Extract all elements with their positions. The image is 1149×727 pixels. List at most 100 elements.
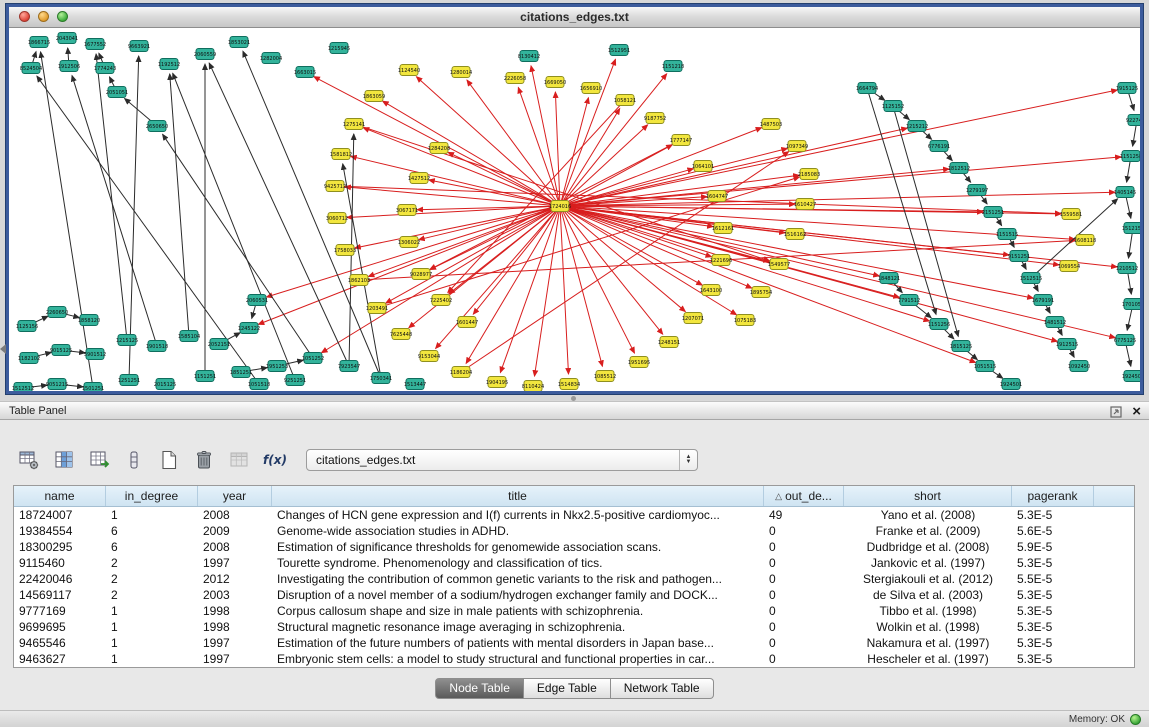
column-header-short[interactable]: short bbox=[844, 486, 1012, 506]
graph-node[interactable]: 1951695 bbox=[628, 357, 650, 368]
graph-node[interactable]: 9015125 bbox=[50, 345, 72, 356]
graph-edge[interactable] bbox=[560, 90, 1117, 206]
tab-node-table[interactable]: Node Table bbox=[435, 678, 524, 699]
column-header-out_de[interactable]: △out_de... bbox=[764, 486, 844, 506]
graph-node[interactable]: 1512512 bbox=[12, 383, 34, 392]
graph-edge[interactable] bbox=[386, 206, 560, 303]
graph-node[interactable]: 1151256 bbox=[928, 319, 950, 330]
graph-node[interactable]: 9227421 bbox=[1126, 115, 1140, 126]
graph-node[interactable]: 2151251 bbox=[982, 207, 1004, 218]
function-builder-button[interactable]: f(x) bbox=[261, 447, 287, 473]
table-row[interactable]: 1456911722003Disruption of a novel membe… bbox=[14, 587, 1134, 603]
graph-edge[interactable] bbox=[377, 177, 799, 308]
graph-node[interactable]: 1758033 bbox=[334, 245, 356, 256]
graph-edge[interactable] bbox=[560, 206, 1033, 298]
graph-node[interactable]: 2060559 bbox=[194, 49, 216, 60]
graph-node[interactable]: 5901512 bbox=[84, 349, 106, 360]
graph-node[interactable]: 1051518 bbox=[248, 379, 270, 390]
graph-node[interactable]: 1559581 bbox=[1060, 209, 1082, 220]
graph-node[interactable]: 1069554 bbox=[1058, 261, 1080, 272]
network-table-select[interactable]: citations_edges.txt ▲▼ bbox=[306, 449, 698, 471]
graph-node[interactable]: 3060712 bbox=[326, 213, 348, 224]
graph-edge[interactable] bbox=[170, 74, 189, 336]
graph-node[interactable]: 1664794 bbox=[856, 83, 878, 94]
import-table-button[interactable] bbox=[226, 447, 252, 473]
graph-node[interactable]: 1924502 bbox=[1122, 371, 1140, 382]
graph-node[interactable]: 1405145 bbox=[1114, 187, 1136, 198]
table-row[interactable]: 1872400712008Changes of HCN gene express… bbox=[14, 507, 1134, 523]
graph-edge[interactable] bbox=[343, 164, 381, 378]
graph-node[interactable]: 1513447 bbox=[404, 379, 426, 390]
graph-node[interactable]: 1182102 bbox=[18, 353, 40, 364]
graph-node[interactable]: 1915125 bbox=[1116, 83, 1138, 94]
graph-node[interactable]: 1862103 bbox=[348, 275, 370, 286]
graph-node[interactable]: 1085512 bbox=[594, 371, 616, 382]
graph-node[interactable]: 1656910 bbox=[580, 83, 602, 94]
graph-node[interactable]: 1125152 bbox=[882, 101, 904, 112]
close-button[interactable] bbox=[19, 11, 30, 22]
graph-node[interactable]: 9028977 bbox=[410, 269, 432, 280]
graph-node[interactable]: 2051051 bbox=[106, 87, 128, 98]
graph-node[interactable]: 2043041 bbox=[56, 33, 78, 44]
float-panel-icon[interactable] bbox=[1110, 406, 1122, 418]
graph-node[interactable]: 1904195 bbox=[486, 377, 508, 388]
graph-node[interactable]: 1608118 bbox=[1074, 235, 1096, 246]
graph-node[interactable]: 9153044 bbox=[418, 351, 440, 362]
graph-node[interactable]: 1151515 bbox=[996, 229, 1018, 240]
graph-node[interactable]: 2015125 bbox=[154, 379, 176, 390]
graph-node[interactable]: 1245122 bbox=[238, 323, 260, 334]
table-row[interactable]: 946554611997Estimation of the future num… bbox=[14, 635, 1134, 651]
graph-edge[interactable] bbox=[41, 52, 93, 388]
graph-edge[interactable] bbox=[560, 206, 685, 312]
table-row[interactable]: 969969511998Structural magnetic resonanc… bbox=[14, 619, 1134, 635]
graph-node[interactable]: 9663921 bbox=[128, 41, 150, 52]
graph-node[interactable]: 1280014 bbox=[450, 67, 472, 78]
window-titlebar[interactable]: citations_edges.txt bbox=[9, 7, 1140, 28]
column-header-pagerank[interactable]: pagerank bbox=[1012, 486, 1094, 506]
graph-node[interactable]: 1215945 bbox=[328, 43, 350, 54]
graph-edge[interactable] bbox=[417, 206, 560, 210]
graph-edge[interactable] bbox=[560, 206, 929, 321]
graph-node[interactable]: 2650650 bbox=[146, 121, 168, 132]
graph-node[interactable]: 1092450 bbox=[1068, 361, 1090, 372]
graph-edge[interactable] bbox=[560, 206, 702, 285]
graph-node[interactable]: 1487503 bbox=[760, 119, 782, 130]
graph-node[interactable]: 1512152 bbox=[1122, 223, 1140, 234]
graph-node[interactable]: 1853021 bbox=[228, 37, 250, 48]
graph-node[interactable]: 1912515 bbox=[1056, 339, 1078, 350]
graph-node[interactable]: 2226058 bbox=[504, 73, 526, 84]
graph-edge[interactable] bbox=[429, 180, 560, 206]
graph-node[interactable]: 1215125 bbox=[116, 335, 138, 346]
graph-node[interactable]: 1427512 bbox=[408, 173, 430, 184]
graph-node[interactable]: 1514834 bbox=[558, 379, 580, 390]
graph-node[interactable]: 8130412 bbox=[518, 51, 540, 62]
table-row[interactable]: 911546021997Tourette syndrome. Phenomeno… bbox=[14, 555, 1134, 571]
tab-network-table[interactable]: Network Table bbox=[611, 678, 714, 699]
graph-node[interactable]: 1251251 bbox=[118, 375, 140, 386]
show-columns-button[interactable] bbox=[51, 447, 77, 473]
graph-node[interactable]: 1815125 bbox=[950, 341, 972, 352]
graph-node[interactable]: 7225402 bbox=[430, 295, 452, 306]
graph-node[interactable]: 1481512 bbox=[1044, 317, 1066, 328]
graph-node[interactable]: 1643100 bbox=[700, 285, 722, 296]
new-file-button[interactable] bbox=[156, 447, 182, 473]
graph-edge[interactable] bbox=[560, 206, 568, 374]
graph-node[interactable]: 1221696 bbox=[710, 255, 732, 266]
graph-edge[interactable] bbox=[72, 76, 157, 346]
table-row[interactable]: 977716911998Corpus callosum shape and si… bbox=[14, 603, 1134, 619]
graph-edge[interactable] bbox=[345, 187, 560, 206]
graph-edge[interactable] bbox=[560, 206, 634, 353]
graph-node[interactable]: 1124540 bbox=[398, 65, 420, 76]
graph-node[interactable]: 1777147 bbox=[670, 135, 692, 146]
graph-edge[interactable] bbox=[560, 206, 899, 297]
graph-node[interactable]: 1210512 bbox=[1116, 263, 1138, 274]
graph-node[interactable]: 1585104 bbox=[178, 331, 200, 342]
graph-node[interactable]: 1051252 bbox=[302, 353, 324, 364]
graph-node[interactable]: 8110424 bbox=[522, 381, 544, 392]
graph-node[interactable]: 1151251 bbox=[194, 371, 216, 382]
table-row[interactable]: 2242004622012Investigating the contribut… bbox=[14, 571, 1134, 587]
graph-node[interactable]: 6776191 bbox=[928, 141, 950, 152]
graph-node[interactable]: 6775125 bbox=[1114, 335, 1136, 346]
graph-node[interactable]: 1512515 bbox=[1020, 273, 1042, 284]
graph-node[interactable]: 1612161 bbox=[712, 223, 734, 234]
